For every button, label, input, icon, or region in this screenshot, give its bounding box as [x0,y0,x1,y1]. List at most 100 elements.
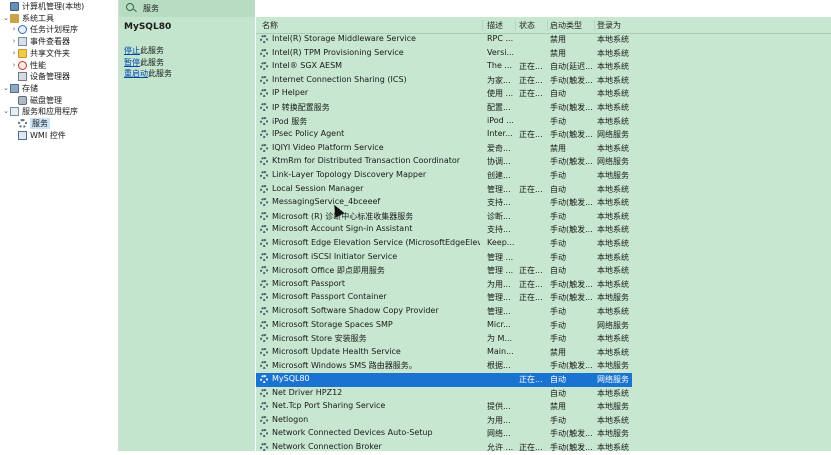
service-row[interactable]: Microsoft Storage Spaces SMP Micr... 手动 网络服… [256,319,632,333]
service-row[interactable]: Internet Connection Sharing (ICS) 为家... 正在… [256,74,632,88]
service-gear-icon [260,402,268,411]
service-log-on-as-cell: 本地系统 [597,279,629,289]
service-row[interactable]: KtmRm for Distributed Transaction Coordi… [256,155,632,169]
tree-item[interactable]: 磁盘管理 [10,95,62,106]
search-icon[interactable] [126,3,134,11]
service-name-cell: Microsoft Office 即点即用服务 [272,266,385,276]
service-name-cell: IQIYI Video Platform Service [272,142,384,152]
service-description-cell: 管理... [487,293,511,303]
tree-item-label: 事件查看器 [30,37,70,47]
service-row[interactable]: Netlogon 为用... 手动 本地系统 [256,414,632,428]
service-gear-icon [260,429,268,438]
restart-service-link[interactable]: 重启动 [124,69,148,78]
service-log-on-as-cell: 本地服务 [597,429,629,439]
service-name-cell: Intel(R) Storage Middleware Service [272,34,416,43]
service-row[interactable]: Intel® SGX AESM The ... 正在... 自动(延迟... 本地系统 [256,60,632,74]
list-header: 名称 描述 状态 启动类型 登录为 [256,17,831,34]
service-name-cell: Network Connected Devices Auto-Setup [272,428,433,438]
tree-item[interactable]: ⌄ 服务和应用程序 [2,106,78,117]
tools-icon [10,13,19,23]
column-header-startup-type[interactable]: 启动类型 [550,20,595,31]
service-row[interactable]: IP Helper 使用 ... 正在... 自动 本地系统 [256,87,632,101]
service-row[interactable]: Microsoft Windows SMS 路由器服务。 根据... 手动(触发..… [256,359,632,373]
expander-icon[interactable]: › [10,48,18,59]
service-row[interactable]: Microsoft Account Sign-in Assistant 支持...… [256,223,632,237]
computer-icon [10,2,19,11]
service-description-cell: Micr... [487,319,511,329]
service-row[interactable]: Microsoft Edge Elevation Service (Micros… [256,237,632,251]
service-row[interactable]: iPod 服务 iPod ... 手动 本地系统 [256,115,632,129]
service-row[interactable]: Net.Tcp Port Sharing Service 提供... 禁用 本地服务 [256,400,632,414]
service-startup-type-cell: 自动 [550,375,566,384]
service-log-on-as-cell: 本地系统 [597,347,629,357]
service-row[interactable]: Net Driver HPZ12 自动 本地系统 [256,387,632,401]
service-row[interactable]: Microsoft Passport 为用... 正在... 手动(触发... 本地系统 [256,278,632,292]
service-log-on-as-cell: 本地系统 [597,143,629,153]
service-gear-icon [260,443,268,451]
navigation-tree: 计算机管理(本地) ⌄ 系统工具 › 任务计划程序 › 事件查看器 › 共享文件夹 › 性能 设备管理… [0,0,119,451]
folder-icon [18,48,27,58]
tree-item[interactable]: › 事件查看器 [10,36,70,47]
tree-item[interactable]: › 任务计划程序 [10,24,78,35]
tree-item[interactable]: › 性能 [10,60,46,71]
column-header-status[interactable]: 状态 [519,20,548,31]
service-description-cell: iPod ... [487,115,514,125]
service-log-on-as-cell: 本地系统 [597,225,629,235]
tree-item[interactable]: 服务 [10,118,50,129]
column-header-description[interactable]: 描述 [487,20,516,31]
service-log-on-as-cell: 网络服务 [597,375,629,384]
service-row[interactable]: Network Connection Broker 允许 ... 正在... 手动(触… [256,441,632,455]
service-row[interactable]: MySQL80 正在... 自动 网络服务 [256,373,632,387]
service-row[interactable]: Intel(R) TPM Provisioning Service Versi..… [256,47,632,61]
service-row[interactable]: Microsoft Store 安装服务 为 M... 手动 本地系统 [256,332,632,346]
service-description-cell: 创建... [487,171,511,180]
service-row[interactable]: Local Session Manager 管理... 正在... 自动 本地系统 [256,183,632,197]
service-name-cell: IP 转换配置服务 [272,103,330,112]
service-status-cell: 正在... [519,89,543,99]
service-row[interactable]: Microsoft iSCSI Initiator Service 管理 ... 手… [256,251,632,265]
service-description-cell: 管理... [487,307,511,316]
service-row[interactable]: Microsoft Office 即点即用服务 管理 ... 正在... 自动 本地系统 [256,264,632,278]
column-header-name[interactable]: 名称 [262,20,483,31]
service-startup-type-cell: 手动(触发... [550,293,593,303]
tree-item[interactable]: ⌄ 存储 [2,83,38,94]
expander-icon[interactable]: ⌄ [2,106,10,117]
tree-item[interactable]: 计算机管理(本地) [2,1,84,12]
service-row[interactable]: Microsoft Update Health Service Main... 禁用… [256,346,632,360]
expander-icon[interactable]: ⌄ [2,13,10,24]
service-name-cell: Microsoft Edge Elevation Service (Micros… [272,238,480,247]
service-log-on-as-cell: 本地系统 [597,89,629,99]
service-row[interactable]: MessagingService_4bceeef 支持... 手动(触发... 本地系… [256,196,632,210]
expander-icon[interactable]: › [10,24,18,35]
expander-icon[interactable]: ⌄ [2,83,10,94]
service-status-cell: 正在... [519,75,543,85]
tree-item[interactable]: 设备管理器 [10,71,70,82]
service-row[interactable]: IP 转换配置服务 配置... 手动(触发... 本地系统 [256,101,632,115]
tree-item[interactable]: › 共享文件夹 [10,48,70,59]
service-row[interactable]: Microsoft Passport Container 管理... 正在... 手动… [256,291,632,305]
service-startup-type-cell: 手动 [550,171,566,180]
service-row[interactable]: Microsoft (R) 诊断中心标准收集器服务 诊断... 手动 本地系统 [256,210,632,224]
service-name-cell: Microsoft Storage Spaces SMP [272,319,393,329]
service-log-on-as-cell: 本地系统 [597,415,629,425]
service-startup-type-cell: 手动(触发... [550,130,593,140]
expander-icon[interactable]: › [10,60,18,71]
service-row[interactable]: Link-Layer Topology Discovery Mapper 创建..… [256,169,632,183]
service-gear-icon [260,279,268,288]
service-row[interactable]: Intel(R) Storage Middleware Service RPC .… [256,33,632,47]
pause-service-link[interactable]: 暂停 [124,58,140,67]
service-status-cell: 正在... [519,279,543,289]
service-row[interactable]: Microsoft Software Shadow Copy Provider 管… [256,305,632,319]
tree-item[interactable]: ⌄ 系统工具 [2,13,54,24]
service-log-on-as-cell: 本地系统 [597,388,629,398]
service-row[interactable]: IQIYI Video Platform Service 爱奇... 禁用 本地系统 [256,142,632,156]
column-header-log-on-as[interactable]: 登录为 [597,20,631,31]
service-startup-type-cell: 手动 [550,211,566,221]
stop-service-link[interactable]: 停止 [124,46,140,55]
service-startup-type-cell: 手动(触发... [550,279,593,289]
tree-item[interactable]: WMI 控件 [10,130,66,141]
expander-icon[interactable]: › [10,36,18,47]
service-row[interactable]: IPsec Policy Agent Inter... 正在... 手动(触发... 网… [256,128,632,142]
service-description-cell: 管理 ... [487,252,514,262]
service-row[interactable]: Network Connected Devices Auto-Setup 网络..… [256,427,632,441]
